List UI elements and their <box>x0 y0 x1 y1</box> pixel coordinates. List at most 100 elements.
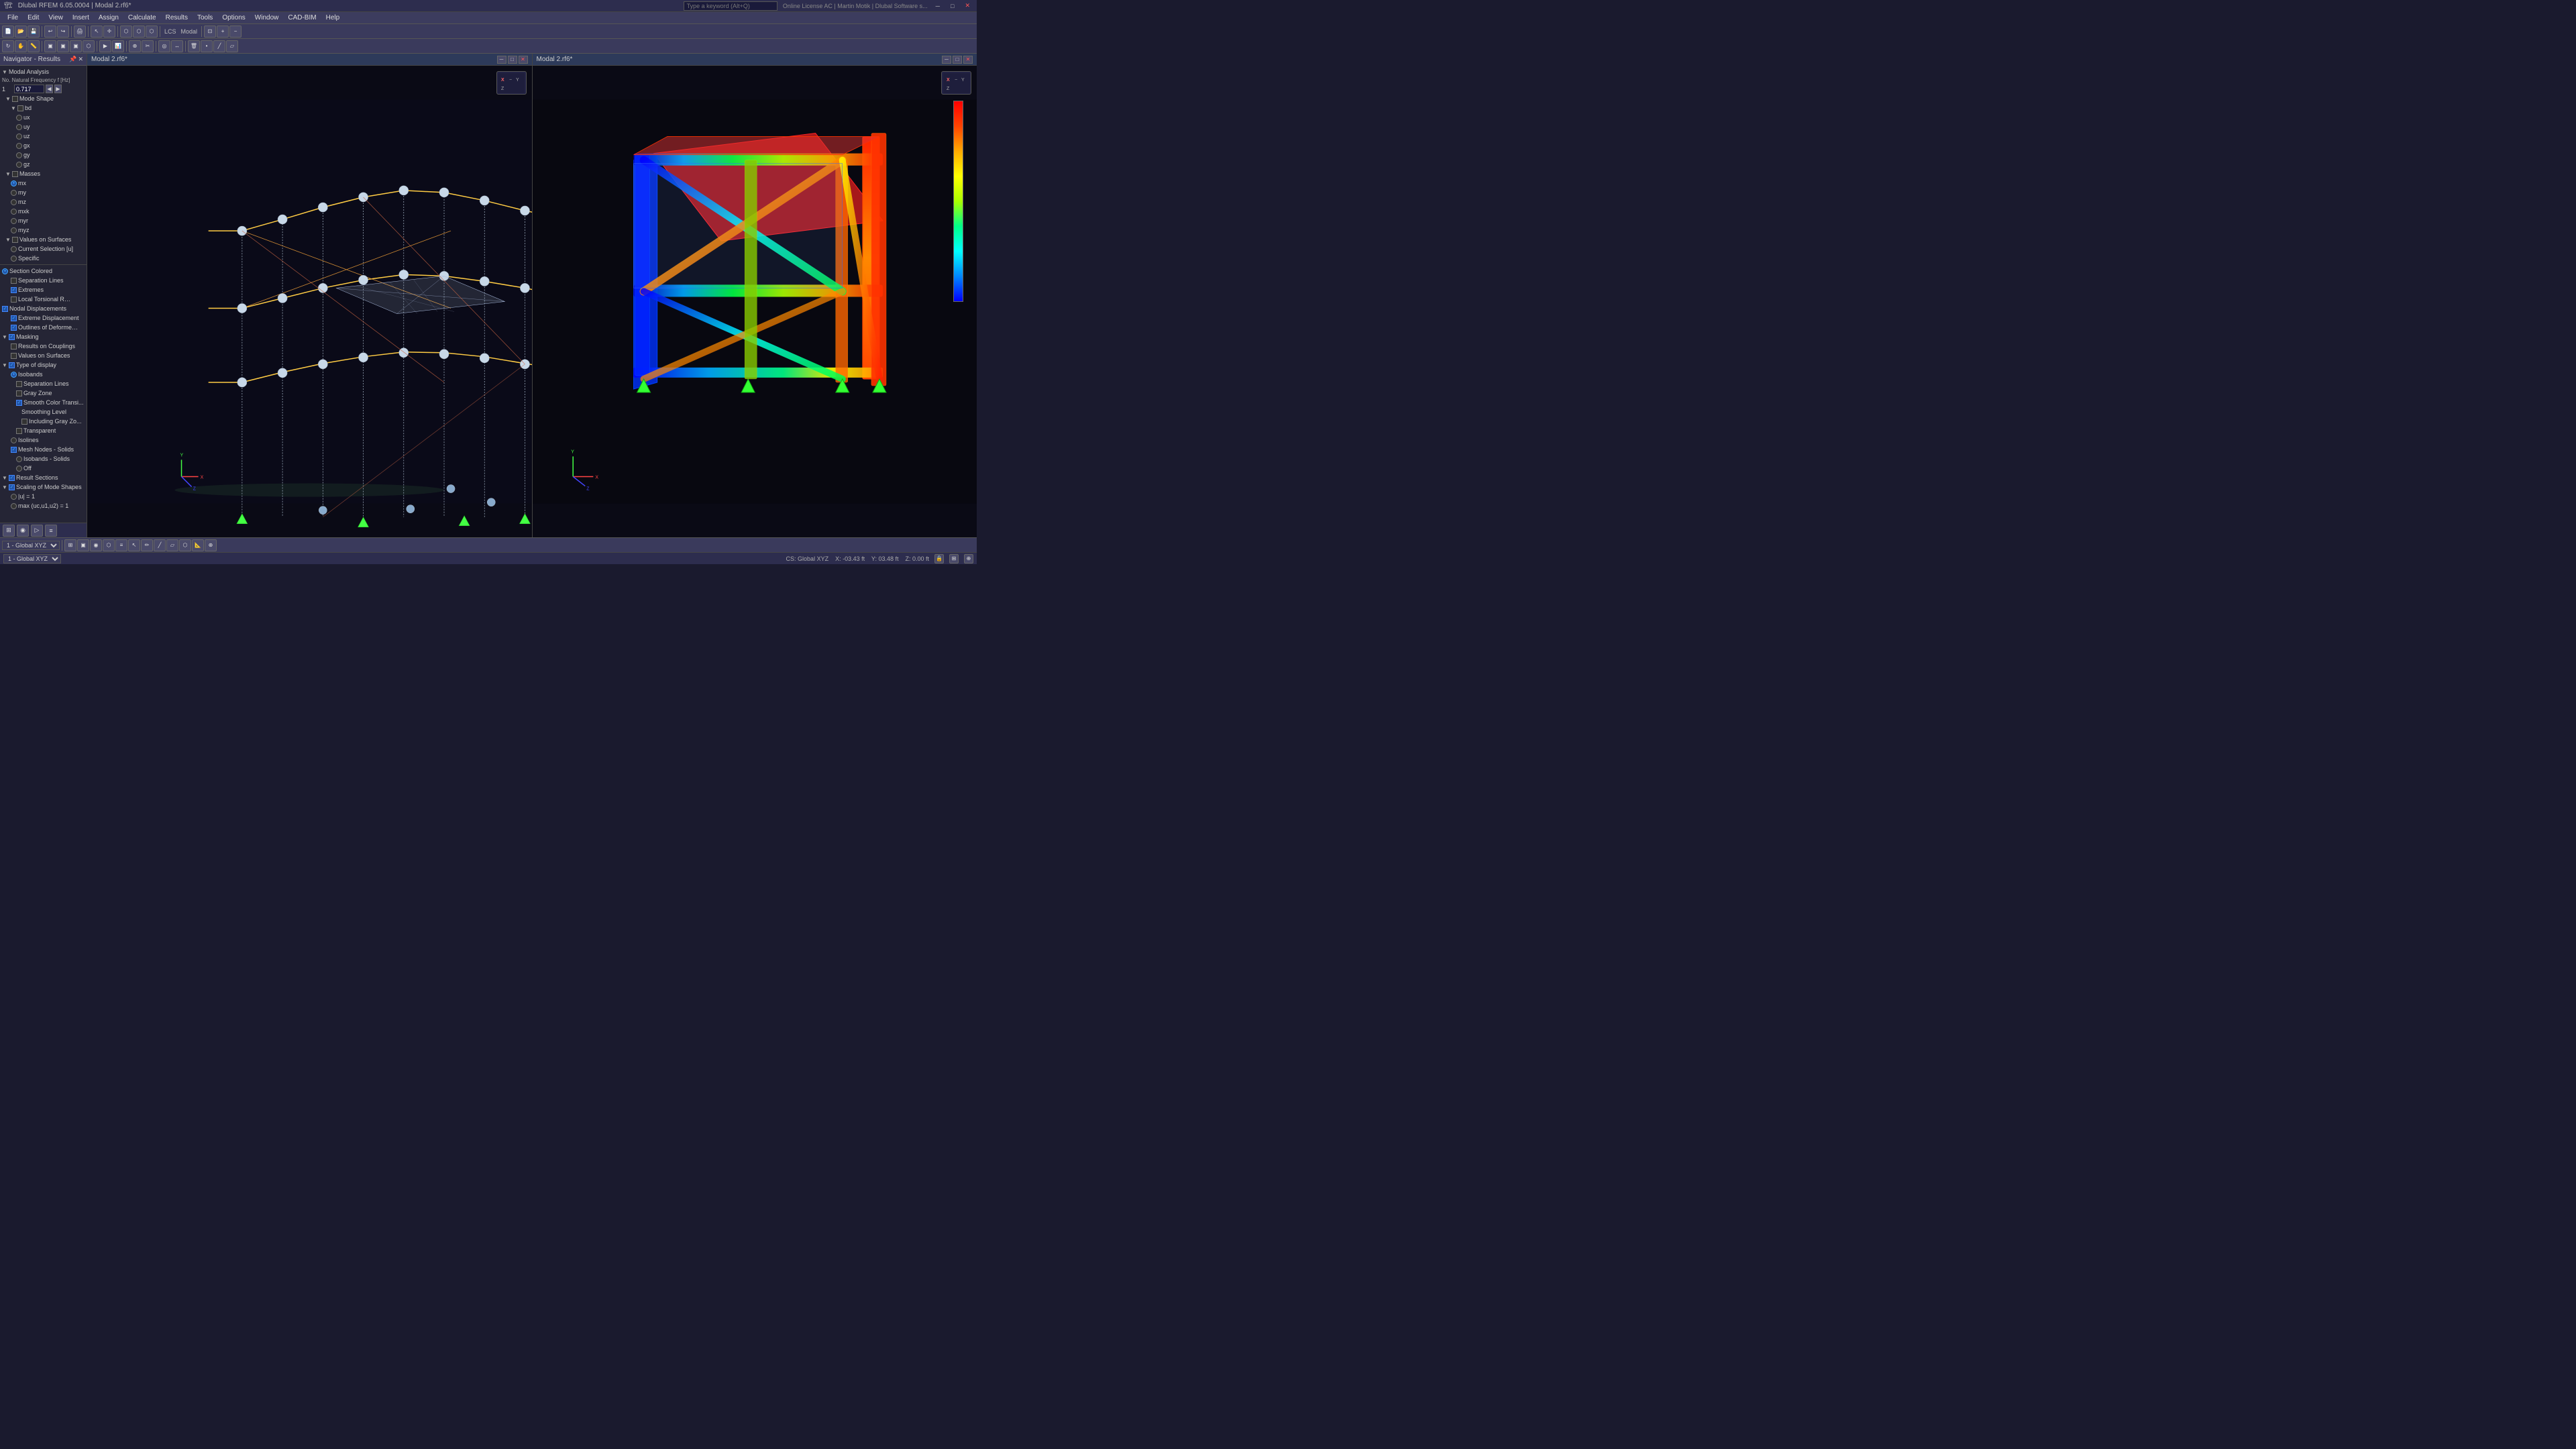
global-cs-select[interactable]: 1 - Global XYZ <box>3 554 61 564</box>
freq-next-btn[interactable]: ▶ <box>54 85 62 93</box>
nav-values-surfaces[interactable]: ▼ Values on Surfaces <box>0 235 87 244</box>
nav-type-display[interactable]: ▼ Type of display <box>0 360 87 370</box>
print-btn[interactable]: 🖨 <box>74 25 86 38</box>
nav-icon-3[interactable]: ▷ <box>31 525 43 537</box>
nav-uz[interactable]: uz <box>0 131 87 141</box>
nav-close-btn[interactable]: ✕ <box>78 56 83 63</box>
menu-options[interactable]: Options <box>217 12 250 23</box>
menu-window[interactable]: Window <box>250 12 284 23</box>
nav-isobands[interactable]: Isobands <box>0 370 87 379</box>
cs-radio[interactable] <box>11 246 17 252</box>
bt-btn4[interactable]: ⬡ <box>103 539 115 551</box>
nav-nodal-disp[interactable]: Nodal Displacements <box>0 304 87 313</box>
nav-scaling-mode-shapes[interactable]: ▼ Scaling of Mode Shapes <box>0 482 87 492</box>
nav-values-on-surfaces[interactable]: Values on Surfaces <box>0 351 87 360</box>
minimize-btn[interactable]: ─ <box>933 3 943 9</box>
dim-btn[interactable]: ↔ <box>171 40 183 52</box>
zoom-in[interactable]: + <box>217 25 229 38</box>
nav-max-uc[interactable]: max (uc,u1,u2) = 1 <box>0 501 87 511</box>
close-btn[interactable]: ✕ <box>962 2 973 9</box>
nav-myr[interactable]: myr <box>0 216 87 225</box>
nav-extremes[interactable]: Extremes <box>0 285 87 294</box>
bt-btn2[interactable]: ▣ <box>77 539 89 551</box>
status-grid[interactable]: ⊞ <box>949 554 959 564</box>
redo-btn[interactable]: ↪ <box>57 25 69 38</box>
sl-check[interactable] <box>11 278 17 284</box>
nav-result-sections[interactable]: ▼ Result Sections <box>0 473 87 482</box>
maximize-btn[interactable]: □ <box>948 3 957 9</box>
left-min-btn[interactable]: ─ <box>497 56 506 64</box>
bt-btn10[interactable]: ⬡ <box>179 539 191 551</box>
undo-btn[interactable]: ↩ <box>44 25 56 38</box>
menu-edit[interactable]: Edit <box>23 12 44 23</box>
menu-view[interactable]: View <box>44 12 68 23</box>
menu-cadbim[interactable]: CAD-BIM <box>283 12 321 23</box>
myz-radio[interactable] <box>11 227 17 233</box>
open-btn[interactable]: 📂 <box>15 25 27 38</box>
myr-radio[interactable] <box>11 218 17 224</box>
uy-radio[interactable] <box>16 124 22 130</box>
right-min-btn[interactable]: ─ <box>942 56 951 64</box>
nav-myz[interactable]: myz <box>0 225 87 235</box>
right-view[interactable]: ▣ <box>70 40 82 52</box>
coord-system-select[interactable]: 1 - Global XYZ <box>2 541 60 550</box>
left-max-btn[interactable]: □ <box>508 56 517 64</box>
zoom-out[interactable]: − <box>229 25 241 38</box>
nav-gz[interactable]: gz <box>0 160 87 169</box>
nav-off[interactable]: Off <box>0 464 87 473</box>
wireframe-btn[interactable]: ⬡ <box>133 25 145 38</box>
new-btn[interactable]: 📄 <box>2 25 14 38</box>
nav-icon-2[interactable]: ◉ <box>17 525 29 537</box>
select-btn[interactable]: ↖ <box>91 25 103 38</box>
bt-btn12[interactable]: ⊕ <box>205 539 217 551</box>
nav-isolines[interactable]: Isolines <box>0 435 87 445</box>
nav-current-sel[interactable]: Current Selection [u] <box>0 244 87 254</box>
nav-including-gray[interactable]: Including Gray Zo... <box>0 417 87 426</box>
results-btn[interactable]: 📊 <box>112 40 124 52</box>
off-radio[interactable] <box>16 466 22 472</box>
rs-check[interactable] <box>9 475 15 481</box>
sc-radio[interactable] <box>2 268 8 274</box>
nav-sep-lines[interactable]: Separation Lines <box>0 276 87 285</box>
sc-check[interactable] <box>16 400 22 406</box>
bt-btn1[interactable]: ⊞ <box>64 539 76 551</box>
zoom-fit[interactable]: ⊡ <box>204 25 216 38</box>
gy-radio[interactable] <box>16 152 22 158</box>
nav-results-couplings[interactable]: Results on Couplings <box>0 341 87 351</box>
nav-smooth-color[interactable]: Smooth Color Transi... <box>0 398 87 407</box>
top-view[interactable]: ▣ <box>57 40 69 52</box>
nav-gx[interactable]: gx <box>0 141 87 150</box>
front-view[interactable]: ▣ <box>44 40 56 52</box>
ed-check[interactable] <box>11 315 17 321</box>
solid-btn[interactable]: ⬡ <box>146 25 158 38</box>
od-check[interactable] <box>11 325 17 331</box>
cut-btn[interactable]: ✂ <box>142 40 154 52</box>
nav-mz[interactable]: mz <box>0 197 87 207</box>
nav-isobands-solids[interactable]: Isobands - Solids <box>0 454 87 464</box>
isolate-btn[interactable]: ◎ <box>158 40 170 52</box>
bt-btn7[interactable]: ✏ <box>141 539 153 551</box>
rotate-btn[interactable]: ↻ <box>2 40 14 52</box>
menu-assign[interactable]: Assign <box>94 12 123 23</box>
ext-check[interactable] <box>11 287 17 293</box>
nav-icon-4[interactable]: ≡ <box>45 525 57 537</box>
tr-check[interactable] <box>16 428 22 434</box>
save-btn[interactable]: 💾 <box>28 25 40 38</box>
u1-radio[interactable] <box>11 494 17 500</box>
mxk-radio[interactable] <box>11 209 17 215</box>
nav-masking[interactable]: ▼ Masking <box>0 332 87 341</box>
menu-tools[interactable]: Tools <box>193 12 217 23</box>
line-btn[interactable]: ╱ <box>213 40 225 52</box>
menu-insert[interactable]: Insert <box>68 12 94 23</box>
bt-btn3[interactable]: ◉ <box>90 539 102 551</box>
ib-radio[interactable] <box>11 372 17 378</box>
td-check[interactable] <box>9 362 15 368</box>
freq-prev-btn[interactable]: ◀ <box>46 85 53 93</box>
surface-btn[interactable]: ▱ <box>226 40 238 52</box>
left-close-btn[interactable]: ✕ <box>519 56 528 64</box>
is-radio[interactable] <box>16 456 22 462</box>
status-lock[interactable]: 🔒 <box>934 554 944 564</box>
point-btn[interactable]: • <box>201 40 213 52</box>
delete-btn[interactable]: 🗑 <box>188 40 200 52</box>
gz-check[interactable] <box>16 390 22 396</box>
